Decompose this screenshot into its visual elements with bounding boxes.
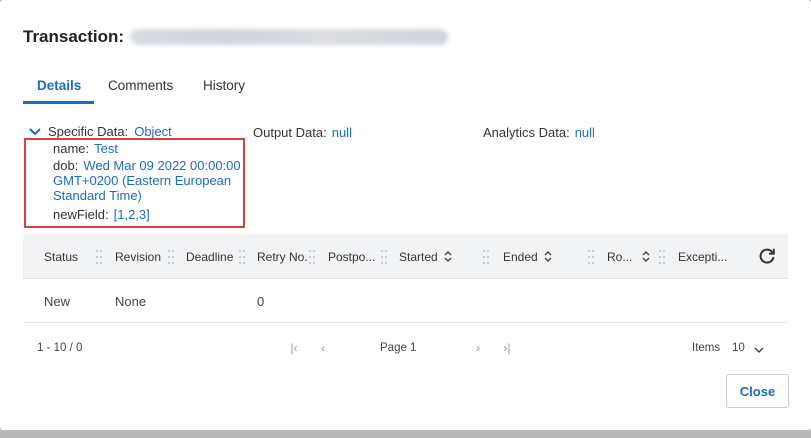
column-header-ro[interactable]: Ro... (607, 234, 650, 279)
tab-bar: Details Comments History (23, 72, 259, 104)
column-header-deadline[interactable]: Deadline (186, 234, 233, 279)
prev-page-icon[interactable]: ‹ (316, 341, 330, 355)
chevron-down-icon[interactable] (28, 125, 42, 139)
output-data-label: Output Data: (253, 125, 327, 140)
cell-retry: 0 (257, 293, 265, 309)
column-header-postponed[interactable]: Postpo... (328, 234, 375, 279)
column-header-started[interactable]: Started (399, 234, 452, 279)
chevron-down-icon[interactable] (753, 344, 765, 356)
next-page-icon[interactable]: › (471, 341, 485, 355)
column-header-revision[interactable]: Revision (115, 234, 161, 279)
column-header-status[interactable]: Status (44, 234, 78, 279)
sort-icon[interactable] (544, 251, 552, 262)
close-button[interactable]: Close (726, 374, 789, 408)
dialog-title-label: Transaction: (23, 27, 125, 46)
column-header-ended[interactable]: Ended (503, 234, 552, 279)
transaction-id-blurred (130, 29, 449, 45)
analytics-data-label: Analytics Data: (483, 125, 570, 140)
drag-handle-icon[interactable] (239, 250, 245, 264)
first-page-icon[interactable]: |‹ (287, 341, 301, 355)
column-header-retry[interactable]: Retry No. (257, 234, 308, 279)
page-indicator: Page 1 (380, 342, 417, 354)
field-dob-label: dob: (53, 158, 79, 173)
sort-icon[interactable] (642, 251, 650, 262)
transactions-grid: Status Revision Deadline Retry No. Postp… (23, 234, 788, 323)
specific-data-value[interactable]: Object (134, 124, 172, 139)
pager-range: 1 - 10 / 0 (37, 342, 83, 354)
output-data-row: Output Data: null (253, 124, 352, 142)
drag-handle-icon[interactable] (381, 250, 387, 264)
tab-comments[interactable]: Comments (94, 72, 189, 104)
output-data-value[interactable]: null (332, 125, 352, 140)
field-newfield: newField: [1,2,3] (53, 207, 150, 222)
pagination-bar: 1 - 10 / 0 |‹ ‹ Page 1 › ›| Items 10 (23, 331, 788, 365)
tab-details[interactable]: Details (23, 72, 94, 104)
analytics-data-row: Analytics Data: null (483, 124, 595, 142)
sort-icon[interactable] (444, 251, 452, 262)
transaction-dialog: Transaction: Details Comments History Sp… (0, 0, 811, 430)
cell-status: New (44, 293, 71, 309)
field-name-value: Test (94, 141, 118, 156)
field-dob: dob: Wed Mar 09 2022 00:00:00 GMT+0200 (E… (53, 158, 243, 203)
drag-handle-icon[interactable] (168, 250, 174, 264)
dialog-title: Transaction: (23, 26, 449, 48)
field-newfield-label: newField: (53, 207, 109, 222)
specific-data-label: Specific Data: (48, 124, 129, 139)
cell-revision: None (115, 293, 147, 309)
items-per-page-select[interactable]: 10 (732, 342, 745, 354)
field-name: name: Test (53, 141, 118, 156)
column-header-exception[interactable]: Excepti... (678, 234, 727, 279)
drag-handle-icon[interactable] (483, 250, 489, 264)
items-per-page-label: Items (692, 342, 721, 354)
drag-handle-icon[interactable] (309, 250, 315, 264)
analytics-data-value[interactable]: null (575, 125, 595, 140)
refresh-icon[interactable] (758, 247, 776, 265)
field-name-label: name: (53, 141, 90, 156)
drag-handle-icon[interactable] (659, 250, 665, 264)
grid-header: Status Revision Deadline Retry No. Postp… (23, 234, 788, 279)
drag-handle-icon[interactable] (96, 250, 102, 264)
drag-handle-icon[interactable] (588, 250, 594, 264)
last-page-icon[interactable]: ›| (500, 341, 514, 355)
table-row[interactable]: New None 0 (23, 279, 788, 323)
tab-history[interactable]: History (189, 72, 259, 104)
specific-data-row: Specific Data: Object (28, 124, 172, 139)
field-dob-value: Wed Mar 09 2022 00:00:00 GMT+0200 (Easte… (53, 158, 241, 203)
field-newfield-value: [1,2,3] (113, 207, 150, 222)
